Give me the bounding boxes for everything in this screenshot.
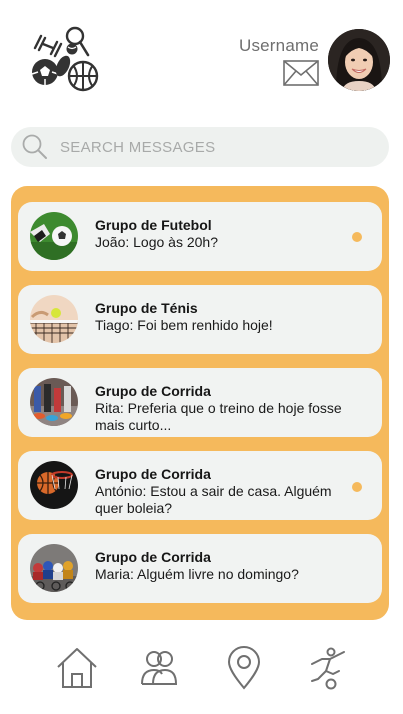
list-item[interactable]: Grupo de Corrida Rita: Preferia que o tr… <box>18 368 382 437</box>
basketball-group-thumbnail <box>30 461 78 509</box>
nav-sports[interactable] <box>306 646 350 695</box>
list-item[interactable]: Grupo de Ténis Tiago: Foi bem renhido ho… <box>18 285 382 354</box>
nav-home[interactable] <box>55 646 99 695</box>
messages-panel: Grupo de Futebol João: Logo às 20h? Grup… <box>11 186 389 620</box>
soccer-group-thumbnail <box>30 212 78 260</box>
message-preview: António: Estou a sair de casa. Alguém qu… <box>95 483 332 516</box>
nav-friends[interactable] <box>137 648 181 692</box>
location-pin-icon <box>222 645 266 695</box>
search-icon <box>21 133 49 161</box>
home-icon <box>55 646 99 695</box>
group-name: Grupo de Futebol <box>95 217 212 233</box>
cycling-group-thumbnail <box>30 544 78 592</box>
sports-icon <box>306 646 350 695</box>
tennis-group-thumbnail <box>30 295 78 343</box>
message-preview: Maria: Alguém livre no domingo? <box>95 566 299 582</box>
search-input[interactable] <box>60 138 350 156</box>
message-preview: Rita: Preferia que o treino de hoje foss… <box>95 400 342 433</box>
group-name: Grupo de Corrida <box>95 549 211 565</box>
search-bar[interactable] <box>11 127 389 167</box>
avatar[interactable] <box>328 29 390 91</box>
username-label: Username <box>238 36 319 55</box>
running-group-thumbnail <box>30 378 78 426</box>
message-preview: João: Logo às 20h? <box>95 234 218 250</box>
group-name: Grupo de Corrida <box>95 383 211 399</box>
list-item[interactable]: Grupo de Corrida Maria: Alguém livre no … <box>18 534 382 603</box>
mail-icon[interactable] <box>283 60 319 86</box>
friends-icon <box>137 646 181 695</box>
list-item[interactable]: Grupo de Futebol João: Logo às 20h? <box>18 202 382 271</box>
unread-indicator <box>352 232 362 242</box>
message-preview: Tiago: Foi bem renhido hoje! <box>95 317 273 333</box>
app-screen: Username SEARCH MESSAGES Grupo de Futebo… <box>0 0 403 714</box>
nav-location[interactable] <box>222 645 266 695</box>
group-name: Grupo de Ténis <box>95 300 198 316</box>
list-item[interactable]: Grupo de Corrida António: Estou a sair d… <box>18 451 382 520</box>
group-name: Grupo de Corrida <box>95 466 211 482</box>
unread-indicator <box>352 482 362 492</box>
sports-logo-icon <box>28 24 100 94</box>
